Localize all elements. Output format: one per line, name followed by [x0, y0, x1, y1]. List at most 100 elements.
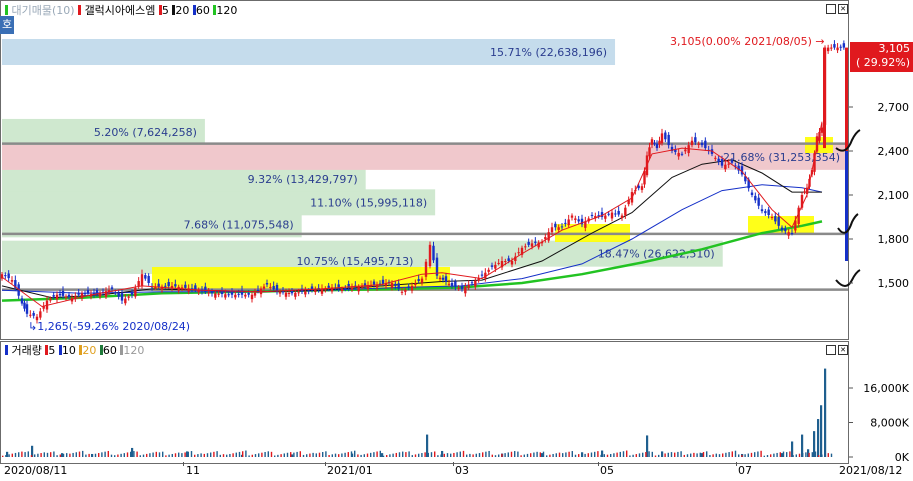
- volume-bar: [757, 451, 759, 457]
- volume-bar: [280, 454, 282, 457]
- candle-body: [447, 283, 451, 285]
- candle-body: [727, 163, 730, 165]
- candle-body: [567, 219, 570, 226]
- volume-bar: [203, 453, 205, 457]
- candle-body: [390, 283, 394, 288]
- volume-bar: [373, 452, 375, 457]
- volume-bar: [574, 454, 577, 457]
- candle-body: [410, 285, 414, 291]
- chart-canvas[interactable]: 18.47% (26,622,510)7.68% (11,075,548)11.…: [0, 0, 913, 481]
- volume-bar: [565, 452, 567, 457]
- volume-bar: [475, 453, 477, 457]
- volume-bar: [331, 454, 333, 457]
- candle-body: [830, 47, 833, 49]
- candle-body: [304, 291, 307, 295]
- volume-bar: [133, 451, 135, 457]
- candle-body: [381, 279, 385, 284]
- volume-bar: [830, 453, 833, 457]
- volume-bar: [325, 451, 327, 457]
- candle-body: [826, 47, 830, 52]
- candle-body: [554, 223, 557, 228]
- candle-body: [400, 291, 404, 293]
- volume-bar: [459, 451, 461, 457]
- candle-body: [184, 284, 187, 288]
- volume-bar: [190, 451, 193, 457]
- volume-bar: [248, 455, 250, 457]
- volume-bar: [88, 453, 90, 457]
- candle-body: [127, 296, 130, 298]
- volume-bar: [347, 452, 349, 457]
- candle-body: [432, 245, 435, 261]
- candle-body: [845, 151, 848, 261]
- volume-bar: [770, 454, 772, 457]
- volume-bar: [782, 451, 785, 457]
- candle-body: [164, 285, 167, 287]
- candle-body: [490, 265, 494, 267]
- volume-bar: [667, 452, 669, 457]
- volume-bar: [139, 455, 141, 457]
- volume-bar: [187, 451, 189, 457]
- volume-bar: [34, 454, 36, 457]
- volume-bar: [274, 455, 276, 457]
- volume-bar: [258, 453, 260, 457]
- candle-body: [694, 137, 697, 143]
- candle-body: [714, 157, 717, 159]
- volume-bar: [562, 453, 564, 457]
- candle-body: [284, 292, 288, 297]
- volume-bar: [549, 454, 551, 457]
- candle-body: [557, 227, 560, 230]
- volume-bar: [443, 453, 445, 457]
- volume-bar: [789, 451, 791, 457]
- candle-body: [820, 127, 824, 133]
- candle-body: [20, 298, 24, 304]
- candle-body: [25, 304, 29, 314]
- candle-body: [394, 283, 397, 286]
- candle-body: [534, 241, 537, 243]
- volume-bar: [587, 453, 589, 457]
- volume-bar: [728, 452, 730, 457]
- candle-body: [480, 274, 484, 276]
- candle-body: [253, 292, 257, 296]
- volume-bar: [584, 453, 586, 457]
- current-change: ( 29.92%): [855, 56, 910, 69]
- volume-bar: [318, 452, 321, 457]
- volume-bar: [146, 453, 148, 457]
- volume-bar: [72, 452, 74, 457]
- candle-body: [140, 274, 144, 286]
- candle-body: [697, 143, 700, 145]
- candle-body: [86, 290, 90, 294]
- volume-bar: [101, 452, 103, 457]
- candle-body: [717, 158, 720, 162]
- volume-bar: [107, 450, 109, 457]
- candle-body: [833, 44, 836, 48]
- volume-bar: [446, 453, 449, 457]
- candle-body: [297, 292, 300, 294]
- candle-body: [790, 233, 794, 235]
- volume-bar: [120, 453, 122, 457]
- volume-bar: [414, 454, 417, 457]
- candle-body: [55, 294, 59, 300]
- volume-bar: [453, 452, 455, 457]
- low-annotation-text: 1,265(-59.26% 2020/08/24): [37, 320, 191, 333]
- volume-bar: [814, 451, 817, 457]
- volume-bar: [821, 454, 823, 457]
- volume-bar: [62, 453, 65, 457]
- candle-body: [777, 217, 780, 226]
- volume-bar: [760, 450, 762, 457]
- volume-bar: [306, 454, 308, 457]
- candle-body: [784, 228, 787, 232]
- candle-body: [684, 149, 687, 152]
- volume-bar: [261, 452, 263, 457]
- volume-bar: [430, 452, 433, 457]
- candle-body: [760, 209, 764, 212]
- volume-bar: [686, 454, 689, 457]
- volume-bar: [8, 454, 10, 457]
- current-price-badge: 3,105 ( 29.92%): [850, 42, 913, 72]
- volume-bar: [379, 450, 381, 457]
- volume-bar: [194, 454, 196, 457]
- candle-body: [210, 290, 214, 294]
- candle-body: [767, 209, 770, 216]
- volume-bar: [85, 454, 87, 457]
- candle-body: [570, 215, 574, 218]
- candle-body: [120, 293, 124, 301]
